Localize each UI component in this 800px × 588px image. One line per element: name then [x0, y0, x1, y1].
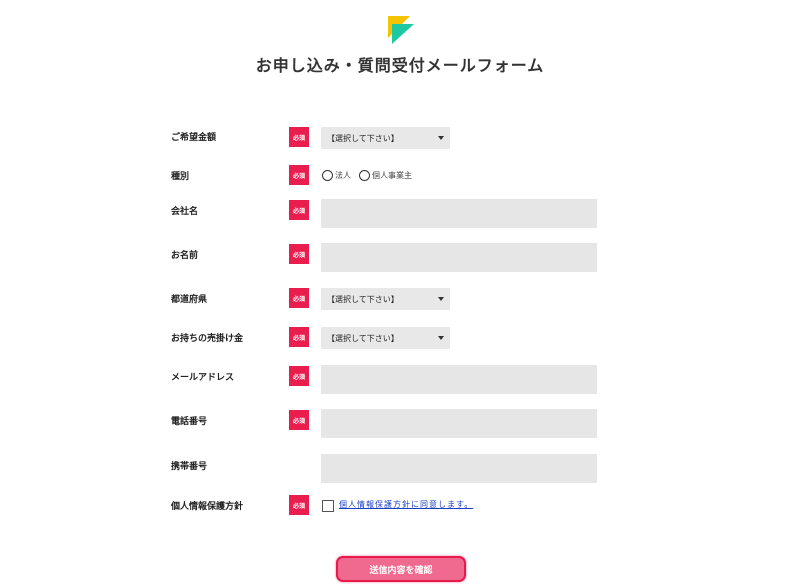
mobile-input[interactable] — [321, 454, 597, 483]
prefecture-select[interactable]: 【選択して下さい】 — [321, 288, 450, 310]
radio-option-corporation[interactable]: 法人 — [322, 170, 351, 181]
required-badge: 必須 — [289, 327, 309, 347]
required-badge: 必須 — [289, 127, 309, 147]
required-badge: 必須 — [289, 200, 309, 220]
page-title: お申し込み・質問受付メールフォーム — [255, 56, 545, 75]
chevron-down-icon — [438, 336, 444, 340]
required-badge: 必須 — [289, 410, 309, 430]
field-row-company: 会社名 必須 — [0, 199, 800, 229]
field-row-type: 種別 必須 法人 個人事業主 — [0, 165, 800, 195]
radio-button[interactable] — [322, 170, 333, 181]
radio-label-sole-proprietor: 個人事業主 — [372, 171, 412, 180]
email-input[interactable] — [321, 365, 597, 394]
radio-button[interactable] — [359, 170, 370, 181]
radio-option-sole-proprietor[interactable]: 個人事業主 — [359, 170, 412, 181]
amount-select[interactable]: 【選択して下さい】 — [321, 127, 450, 149]
field-row-phone: 電話番号 必須 — [0, 409, 800, 439]
field-label-email: メールアドレス — [171, 373, 235, 383]
field-label-prefecture: 都道府県 — [171, 295, 208, 305]
privacy-policy-link[interactable]: 個人情報保護方針に同意します。 — [339, 499, 473, 510]
required-badge: 必須 — [289, 244, 309, 264]
required-badge: 必須 — [289, 366, 309, 386]
field-row-privacy: 個人情報保護方針 必須 個人情報保護方針に同意します。 — [0, 495, 800, 525]
radio-label-corporation: 法人 — [335, 171, 351, 180]
chevron-down-icon — [438, 297, 444, 301]
field-label-phone: 電話番号 — [171, 417, 208, 427]
phone-input[interactable] — [321, 409, 597, 438]
receivables-select-value: 【選択して下さい】 — [327, 333, 399, 343]
field-label-receivables: お持ちの売掛け金 — [171, 334, 244, 344]
field-label-name: お名前 — [171, 251, 199, 261]
field-row-name: お名前 必須 — [0, 243, 800, 273]
type-radio-group: 法人 個人事業主 — [322, 170, 420, 181]
field-label-type: 種別 — [171, 172, 190, 182]
logo-icon — [388, 16, 414, 44]
field-label-mobile: 携帯番号 — [171, 462, 208, 472]
field-row-prefecture: 都道府県 必須 【選択して下さい】 — [0, 288, 800, 318]
name-input[interactable] — [321, 243, 597, 272]
field-row-receivables: お持ちの売掛け金 必須 【選択して下さい】 — [0, 327, 800, 357]
field-label-amount: ご希望金額 — [171, 133, 217, 143]
required-badge: 必須 — [289, 495, 309, 515]
receivables-select[interactable]: 【選択して下さい】 — [321, 327, 450, 349]
field-row-amount: ご希望金額 必須 【選択して下さい】 — [0, 127, 800, 157]
chevron-down-icon — [438, 136, 444, 140]
amount-select-value: 【選択して下さい】 — [327, 133, 399, 143]
prefecture-select-value: 【選択して下さい】 — [327, 294, 399, 304]
confirm-submit-button[interactable]: 送信内容を確認 — [336, 556, 466, 582]
field-label-company: 会社名 — [171, 207, 199, 217]
field-label-privacy: 個人情報保護方針 — [171, 502, 244, 512]
field-row-mobile: 携帯番号 — [0, 454, 800, 484]
company-input[interactable] — [321, 199, 597, 228]
field-row-email: メールアドレス 必須 — [0, 365, 800, 395]
required-badge: 必須 — [289, 288, 309, 308]
required-badge: 必須 — [289, 165, 309, 185]
privacy-agree-checkbox[interactable] — [322, 500, 334, 512]
